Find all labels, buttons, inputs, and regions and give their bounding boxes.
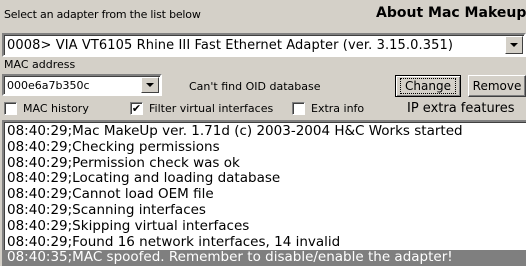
mac-history-checkbox[interactable]: MAC history [4, 102, 89, 115]
adapter-dropdown-value: 0008> VIA VT6105 Rhine III Fast Ethernet… [7, 38, 454, 53]
filter-virtual-label: Filter virtual interfaces [149, 102, 274, 115]
log-line[interactable]: 08:40:29;Permission check was ok [4, 155, 526, 172]
log-line[interactable]: 08:40:35;MAC spoofed. Remember to disabl… [4, 250, 526, 266]
change-button-label: Change [400, 78, 456, 94]
adapter-dropdown[interactable]: 0008> VIA VT6105 Rhine III Fast Ethernet… [2, 33, 526, 57]
mac-history-checkbox-box[interactable] [4, 102, 17, 115]
filter-virtual-checkbox[interactable]: ✔ Filter virtual interfaces [130, 102, 273, 115]
log-line[interactable]: 08:40:29;Scanning interfaces [4, 202, 526, 219]
log-line[interactable]: 08:40:29;Checking permissions [4, 139, 526, 156]
mac-address-dropdown-button[interactable] [141, 77, 159, 93]
remove-button-label: Remove [472, 79, 522, 93]
filter-virtual-checkbox-box[interactable]: ✔ [130, 102, 143, 115]
log-list: 08:40:29;Mac MakeUp ver. 1.71d (c) 2003-… [4, 123, 526, 266]
adapter-dropdown-button[interactable] [505, 36, 523, 54]
adapter-select-label: Select an adapter from the list below [4, 8, 201, 21]
oid-database-status: Can't find OID database [189, 80, 321, 93]
mac-address-combo[interactable]: 000e6a7b350c [2, 74, 162, 96]
log-line[interactable]: 08:40:29;Locating and loading database [4, 171, 526, 187]
extra-info-checkbox-box[interactable] [292, 102, 305, 115]
extra-info-label: Extra info [311, 102, 365, 115]
mac-address-label: MAC address [4, 58, 76, 71]
log-listbox[interactable]: 08:40:29;Mac MakeUp ver. 1.71d (c) 2003-… [2, 120, 526, 266]
chevron-down-icon [510, 43, 518, 47]
mac-address-value: 000e6a7b350c [7, 79, 90, 92]
log-line[interactable]: 08:40:29;Mac MakeUp ver. 1.71d (c) 2003-… [4, 123, 526, 140]
log-line[interactable]: 08:40:29;Cannot load OEM file [4, 186, 526, 203]
extra-info-checkbox[interactable]: Extra info [292, 102, 364, 115]
ip-extra-features-link[interactable]: IP extra features [407, 101, 515, 116]
change-button[interactable]: Change [395, 75, 461, 97]
about-mac-makeup-link[interactable]: About Mac Makeup [376, 5, 526, 21]
mac-history-label: MAC history [23, 102, 89, 115]
remove-button[interactable]: Remove [468, 75, 526, 97]
log-line[interactable]: 08:40:29;Skipping virtual interfaces [4, 218, 526, 235]
log-line[interactable]: 08:40:29;Found 16 network interfaces, 14… [4, 234, 526, 251]
chevron-down-icon [146, 83, 154, 87]
